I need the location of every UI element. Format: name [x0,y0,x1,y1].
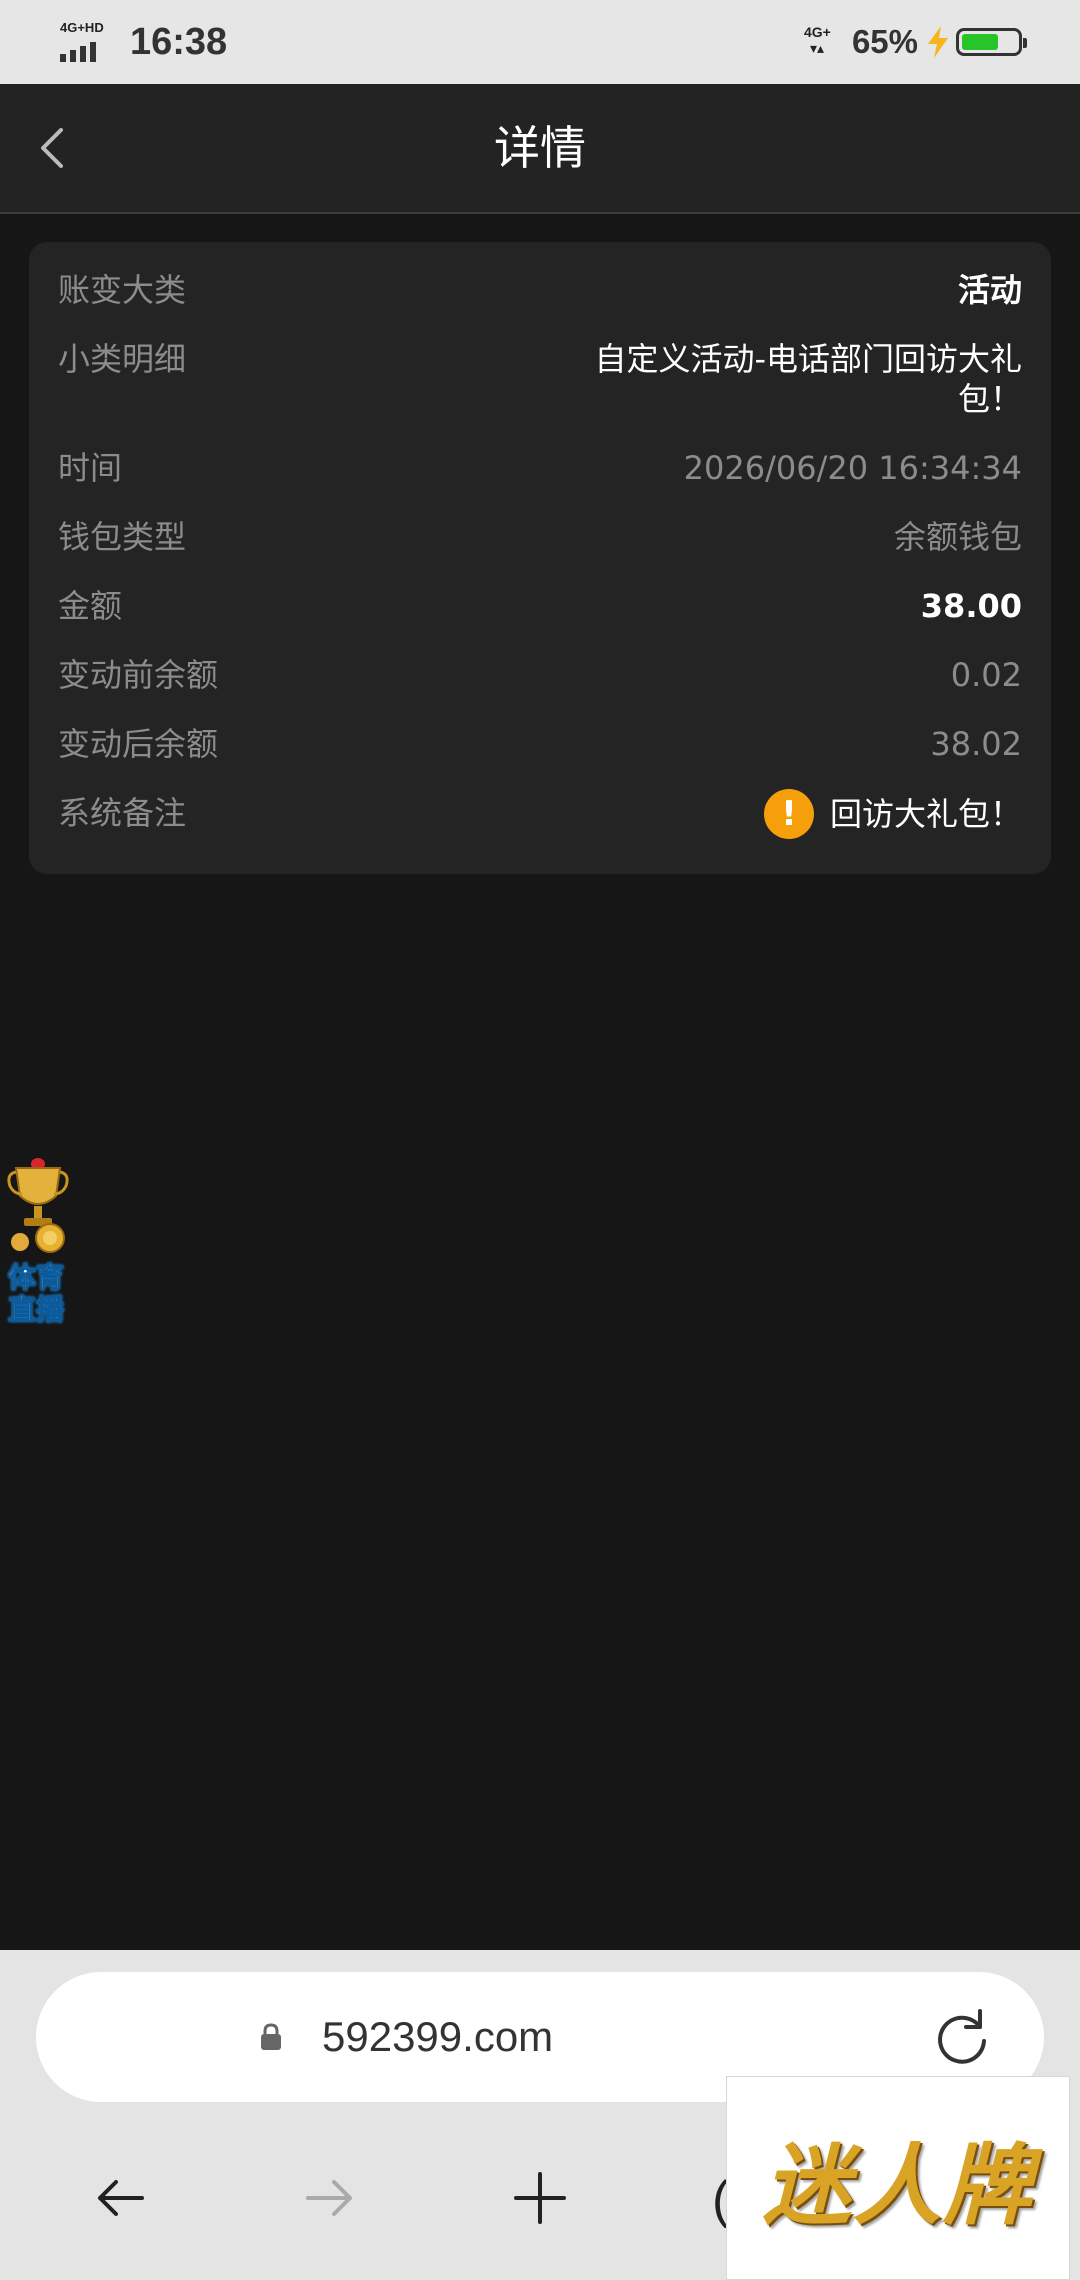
signal-icon: 4G+HD [58,20,110,64]
detail-value: 自定义活动-电话部门回访大礼包！ [594,340,1022,418]
url-text: 592399.com [322,2013,554,2060]
float-label-line1: 体育 [7,1261,64,1294]
status-bar: 4G+HD 16:38 4G+ ▾▴ 65% [0,0,1080,84]
ad-banner[interactable]: 迷人牌 [726,2076,1070,2280]
new-tab-button[interactable] [500,2158,580,2238]
charging-icon [928,26,948,58]
arrow-right-icon [306,2180,352,2216]
battery-icon [956,28,1027,56]
detail-label: 变动后余额 [58,725,219,763]
detail-label: 变动前余额 [58,656,219,694]
network-icon: 4G+ ▾▴ [803,24,831,57]
detail-label: 账变大类 [58,271,187,309]
warning-icon: ! [763,789,814,839]
chevron-left-icon [41,128,63,168]
detail-label: 小类明细 [58,340,187,378]
detail-value: 2026/06/20 16:34:34 [683,449,1022,487]
back-button[interactable] [22,118,82,178]
browser-back-button[interactable] [80,2158,160,2238]
detail-value: 38.02 [930,725,1022,763]
trophy-icon [7,1158,69,1253]
sports-live-float-button[interactable]: 体育 直播 [0,1150,76,1336]
status-time: 16:38 [130,20,228,63]
detail-label: 金额 [58,587,123,625]
app-header: 详情 [0,84,1080,214]
reload-button[interactable] [930,2005,994,2069]
detail-label: 系统备注 [58,794,187,832]
float-label-line2: 直播 [7,1293,64,1326]
browser-forward-button[interactable] [290,2158,370,2238]
ad-text: 迷人牌 [762,2132,1033,2237]
details-card: 账变大类 活动 小类明细 自定义活动-电话部门回访大礼包！ 时间 2026/06… [29,242,1051,874]
plus-icon [514,2172,566,2224]
page-title: 详情 [494,121,586,175]
detail-value: 38.00 [920,587,1022,625]
detail-label: 时间 [58,449,123,487]
detail-value: 0.02 [950,656,1022,694]
arrow-left-icon [98,2180,144,2216]
system-note: ! 回访大礼包！ [763,789,1022,839]
detail-value: 余额钱包 [893,518,1022,556]
detail-value: 活动 [957,271,1022,309]
detail-label: 钱包类型 [58,518,187,556]
system-note-text: 回访大礼包！ [829,795,1022,833]
battery-percent: 65% [851,23,918,60]
lock-icon [261,2023,281,2050]
